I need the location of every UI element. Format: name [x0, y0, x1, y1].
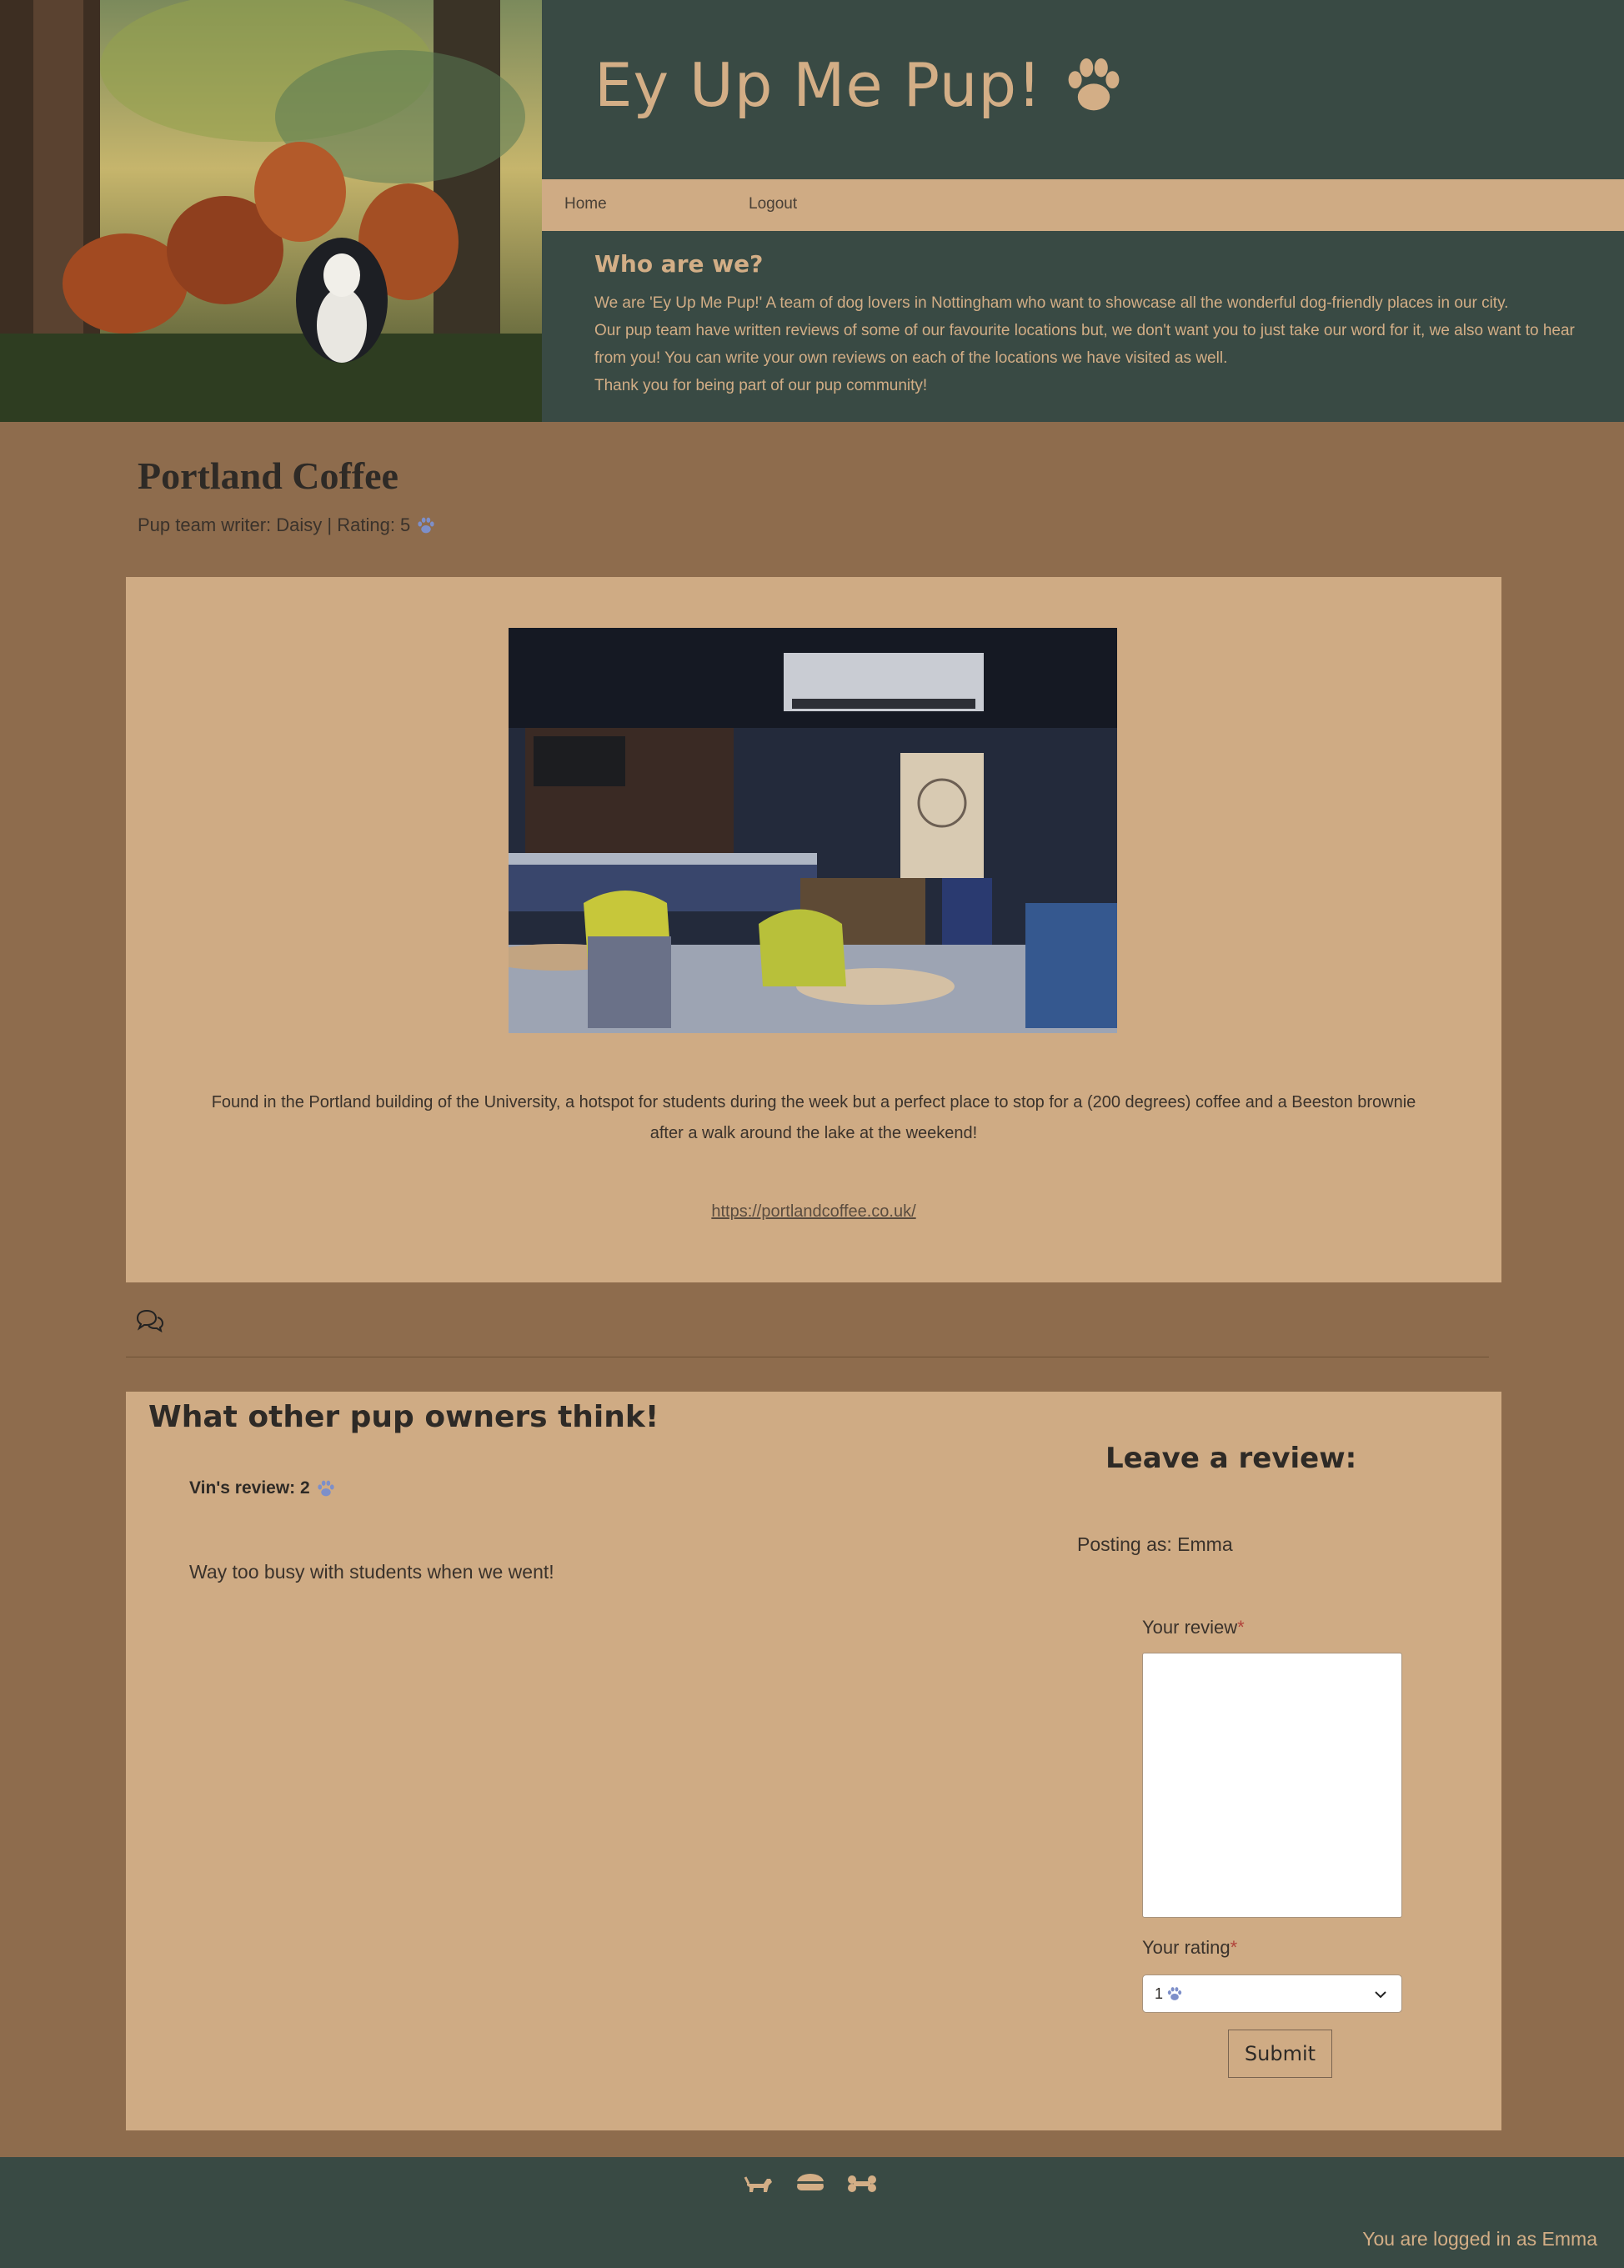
- reviews-title: What other pup owners think!: [148, 1400, 659, 1434]
- comments-icon[interactable]: [135, 1309, 165, 1332]
- site-title-text: Ey Up Me Pup!: [594, 50, 1042, 120]
- review-text: Way too busy with students when we went!: [189, 1561, 554, 1583]
- cafe-photo: [509, 628, 1117, 1033]
- required-mark: *: [1230, 1937, 1238, 1958]
- hero-dogs-image: [0, 0, 542, 422]
- rating-select[interactable]: 1: [1142, 1974, 1402, 2013]
- rating-selected-value: 1: [1155, 1984, 1164, 2002]
- site-header: Ey Up Me Pup! Home Logout Who are we? We…: [0, 0, 1624, 422]
- main-nav: Home Logout: [542, 179, 1624, 231]
- website-link[interactable]: https://portlandcoffee.co.uk/: [711, 1202, 915, 1221]
- website-row: https://portlandcoffee.co.uk/: [126, 1202, 1501, 1222]
- review-author-text: Vin's review: 2: [189, 1478, 310, 1498]
- about-line-1: We are 'Ey Up Me Pup!' A team of dog lov…: [594, 294, 1509, 312]
- post-card: Found in the Portland building of the Un…: [126, 577, 1501, 1282]
- food-bowl-icon: [797, 2174, 824, 2190]
- cafe-interior-illustration: [509, 628, 1117, 1033]
- about-title: Who are we?: [594, 250, 764, 278]
- chevron-down-icon: [1375, 1991, 1386, 1999]
- dog-icon: [744, 2176, 772, 2192]
- dogs-running-illustration: [0, 0, 542, 422]
- review-author: Vin's review: 2: [189, 1478, 337, 1499]
- paw-rating-icon: [318, 1480, 334, 1497]
- leave-review-title: Leave a review:: [1105, 1442, 1357, 1475]
- required-mark: *: [1237, 1617, 1245, 1638]
- review-textarea[interactable]: [1142, 1653, 1402, 1918]
- reviews-card: What other pup owners think! Vin's revie…: [126, 1392, 1501, 2130]
- site-title: Ey Up Me Pup!: [594, 50, 1127, 120]
- footer-icons: [742, 2167, 879, 2200]
- about-line-3: Thank you for being part of our pup comm…: [594, 377, 928, 394]
- review-label-text: Your review: [1142, 1617, 1238, 1638]
- rating-label-text: Your rating: [1142, 1937, 1231, 1958]
- about-line-2: Our pup team have written reviews of som…: [594, 322, 1575, 367]
- bone-icon: [848, 2175, 876, 2192]
- post-description: Found in the Portland building of the Un…: [211, 1093, 1416, 1142]
- paw-rating-icon: [1167, 1987, 1182, 2000]
- post-meta: Pup team writer: Daisy | Rating: 5: [138, 514, 437, 536]
- submit-button[interactable]: Submit: [1228, 2030, 1332, 2078]
- site-footer: You are logged in as Emma: [0, 2157, 1624, 2268]
- about-section: Who are we? We are 'Ey Up Me Pup!' A tea…: [594, 250, 1595, 399]
- paw-icon: [1068, 58, 1120, 111]
- nav-home-link[interactable]: Home: [564, 195, 607, 213]
- paw-rating-icon: [418, 517, 434, 534]
- posting-as: Posting as: Emma: [1077, 1533, 1233, 1555]
- logged-in-status: You are logged in as Emma: [1362, 2228, 1597, 2250]
- post-title: Portland Coffee: [138, 454, 398, 497]
- post-meta-text: Pup team writer: Daisy | Rating: 5: [138, 514, 411, 535]
- review-label: Your review*: [1142, 1617, 1245, 1638]
- nav-logout-link[interactable]: Logout: [749, 195, 797, 213]
- rating-label: Your rating*: [1142, 1937, 1237, 1959]
